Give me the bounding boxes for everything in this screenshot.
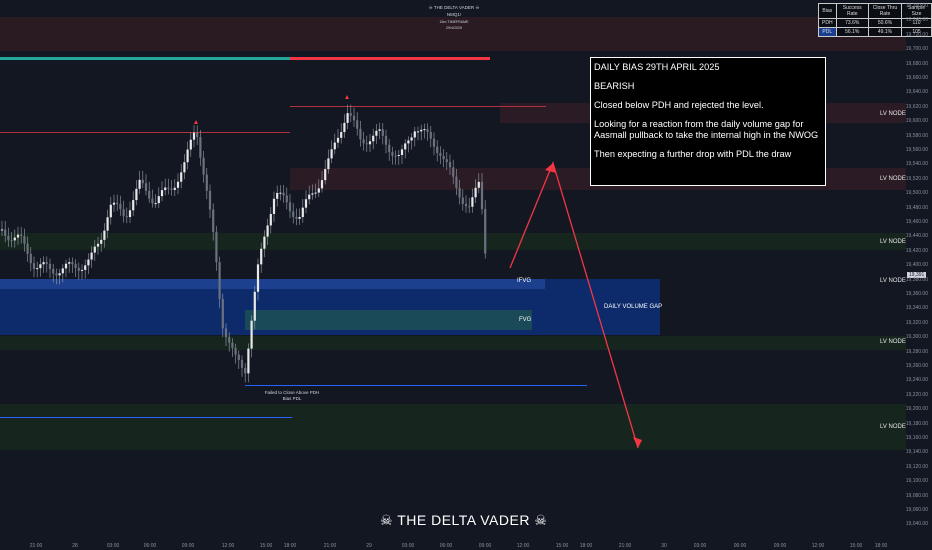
price-tick: 19,700.00 (905, 46, 928, 53)
price-tick: 19,100.00 (905, 478, 928, 485)
bias-title: DAILY BIAS 29TH APRIL 2025 (594, 62, 720, 72)
price-tick: 19,600.00 (905, 118, 928, 125)
price-tick: 19,140.00 (905, 449, 928, 456)
time-tick: 21:00 (29, 543, 43, 549)
header-brand: ☠ THE DELTA VADER ☠ (428, 5, 480, 10)
price-tick: 19,560.00 (905, 147, 928, 153)
price-tick: 19,060.00 (905, 507, 928, 513)
price-tick: 19,360.00 (905, 291, 928, 297)
brand-watermark: ☠ THE DELTA VADER ☠ (380, 512, 548, 528)
stats-row-pdh-success: 73.6% (835, 18, 869, 28)
price-tick: 19,480.00 (905, 204, 928, 211)
time-tick: 12:00 (221, 543, 235, 549)
price-tick: 19,540.00 (905, 161, 928, 168)
time-tick: 28 (72, 543, 78, 549)
price-tick: 19,580.00 (905, 132, 928, 139)
candles-group (0, 104, 487, 383)
time-tick: 12:00 (516, 543, 530, 549)
header-symbol: NMQ1! (446, 12, 462, 17)
daily-volume-gap-label: DAILY VOLUME GAP (604, 304, 663, 310)
failed-close-note-2: Bias PDL (282, 396, 302, 401)
price-tick: 19,220.00 (905, 391, 928, 398)
price-tick: 19,440.00 (905, 233, 928, 240)
failed-close-note-1: Failed to Close Above PDH (264, 390, 320, 395)
stats-row-pdh-bias: PDH (818, 18, 837, 28)
time-tick: 15:00 (555, 543, 569, 549)
price-tick: 19,300.00 (905, 334, 928, 341)
time-tick: 15:00 (259, 543, 273, 549)
marker-high-2 (345, 95, 349, 99)
price-tick: 19,160.00 (905, 435, 928, 441)
header-timeframe: 15m TIMEFRAME (439, 20, 469, 24)
time-tick: 18:00 (283, 543, 297, 549)
price-tick: 19,500.00 (905, 190, 928, 197)
stats-header-close: Close Thru Rate (867, 3, 903, 19)
time-tick: 15:00 (849, 543, 863, 549)
price-tick: 19,280.00 (905, 348, 928, 355)
price-tick: 19,080.00 (905, 492, 928, 499)
price-tick: 19,260.00 (905, 363, 928, 369)
stats-row-pdh-close: 50.6% (867, 18, 903, 28)
lv-node-label-2: LV NODE (880, 176, 906, 182)
price-tick: 19,760.00 (905, 3, 928, 9)
price-tick: 19,040.00 (905, 521, 928, 528)
lv-node-label-4: LV NODE (880, 278, 906, 284)
time-tick: 03:00 (106, 543, 120, 549)
time-tick: 12:00 (811, 543, 825, 549)
lv-node-label-3: LV NODE (880, 239, 906, 245)
lv-node-label-6: LV NODE (880, 424, 906, 430)
bias-direction: BEARISH (594, 81, 635, 91)
price-tick: 19,640.00 (905, 89, 928, 96)
time-tick: 18:00 (874, 543, 888, 549)
stats-header-bias: Bias (818, 3, 837, 19)
time-tick: 30 (661, 543, 667, 549)
price-tick: 19,180.00 (905, 420, 928, 427)
price-tick: 19,620.00 (905, 103, 928, 110)
lv-node-label-5: LV NODE (880, 339, 906, 345)
price-tick: 19,400.00 (905, 262, 928, 269)
time-tick: 29 (366, 543, 372, 549)
price-tick: 19,200.00 (905, 406, 928, 413)
stats-row-pdl-close: 49.1% (867, 27, 903, 37)
price-tick: 19,520.00 (905, 175, 928, 182)
price-tick: 19,660.00 (905, 75, 928, 81)
lv-node-label-1: LV NODE (880, 111, 906, 117)
price-tick: 19,460.00 (905, 219, 928, 225)
time-tick: 09:00 (773, 543, 787, 549)
time-tick: 18:00 (579, 543, 593, 549)
price-tick: 19,740.00 (905, 17, 928, 24)
price-tick: 19,240.00 (905, 377, 928, 384)
bias-line-3: Then expecting a further drop with PDL t… (594, 149, 792, 159)
daily-bias-box: DAILY BIAS 29TH APRIL 2025 BEARISH Close… (590, 57, 826, 186)
time-tick: 06:00 (439, 543, 453, 549)
price-tick: 19,340.00 (905, 305, 928, 312)
ifvg-label: IFVG (517, 278, 532, 284)
stats-row-pdl-bias: PDL (818, 27, 837, 37)
header-date: 29/4/2025 (446, 26, 462, 30)
price-tick: 19,380.00 (905, 276, 928, 283)
time-tick: 09:00 (478, 543, 492, 549)
time-tick: 21:00 (323, 543, 337, 549)
price-tick: 19,720.00 (905, 31, 928, 38)
price-tick: 19,680.00 (905, 60, 928, 67)
marker-high-1 (194, 120, 198, 124)
stats-header-success: Success Rate (835, 3, 869, 19)
time-tick: 03:00 (693, 543, 707, 549)
time-tick: 03:00 (401, 543, 415, 549)
time-tick: 21:00 (618, 543, 632, 549)
price-tick: 19,320.00 (905, 319, 928, 326)
stats-row-pdl-success: 56.1% (835, 27, 869, 37)
price-tick: 19,120.00 (905, 463, 928, 470)
time-tick: 06:00 (733, 543, 747, 549)
price-tick: 19,420.00 (905, 247, 928, 254)
time-tick: 06:00 (143, 543, 157, 549)
bias-line-2: Looking for a reaction from the daily vo… (594, 119, 819, 140)
time-tick: 09:00 (181, 543, 195, 549)
bias-line-1: Closed below PDH and rejected the level. (594, 100, 764, 110)
fvg-label: FVG (519, 317, 532, 323)
